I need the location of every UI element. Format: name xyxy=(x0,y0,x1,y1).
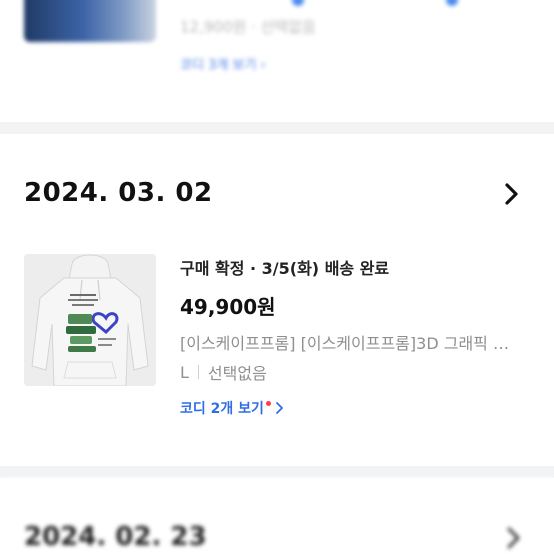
product-thumbnail[interactable] xyxy=(24,254,156,386)
coordi-label: 코디 2개 보기 xyxy=(180,401,264,417)
previous-order-dot xyxy=(446,0,458,6)
order-detail-button[interactable] xyxy=(496,178,528,210)
option-value: 선택없음 xyxy=(207,364,267,383)
order-card: 2024. 03. 02 구매 확정 · 3/5(화) 배송 완료 49,900… xyxy=(0,134,554,466)
previous-order-meta: 12,900원 · 선택없음 xyxy=(180,18,316,36)
previous-coordi-label: 코디 3개 보기 xyxy=(180,58,257,73)
previous-order-dot xyxy=(292,0,304,6)
previous-order-card: 12,900원 · 선택없음 코디 3개 보기 › xyxy=(0,0,554,122)
previous-coordi-link[interactable]: 코디 3개 보기 › xyxy=(180,54,266,73)
product-options: L 선택없음 xyxy=(180,360,267,384)
previous-product-thumbnail[interactable] xyxy=(24,0,156,42)
order-status: 구매 확정 · 3/5(화) 배송 완료 xyxy=(180,259,390,278)
section-divider xyxy=(0,122,554,134)
order-price: 49,900원 xyxy=(180,295,276,319)
product-name[interactable]: [이스케이프프롬] [이스케이프프롬]3D 그래픽 후드티 xyxy=(180,330,510,354)
option-size: L xyxy=(180,362,189,382)
chevron-right-icon[interactable] xyxy=(500,522,528,554)
next-order-date: 2024. 02. 23 xyxy=(24,522,207,552)
next-order-card: 2024. 02. 23 xyxy=(0,478,554,554)
new-badge-dot xyxy=(265,401,271,406)
hoodie-image xyxy=(24,254,156,386)
coordi-link[interactable]: 코디 2개 보기 xyxy=(180,398,284,418)
chevron-right-icon xyxy=(505,183,518,205)
section-divider xyxy=(0,466,554,478)
chevron-right-small-icon xyxy=(275,402,283,414)
order-date: 2024. 03. 02 xyxy=(24,178,213,208)
option-separator xyxy=(197,365,199,379)
